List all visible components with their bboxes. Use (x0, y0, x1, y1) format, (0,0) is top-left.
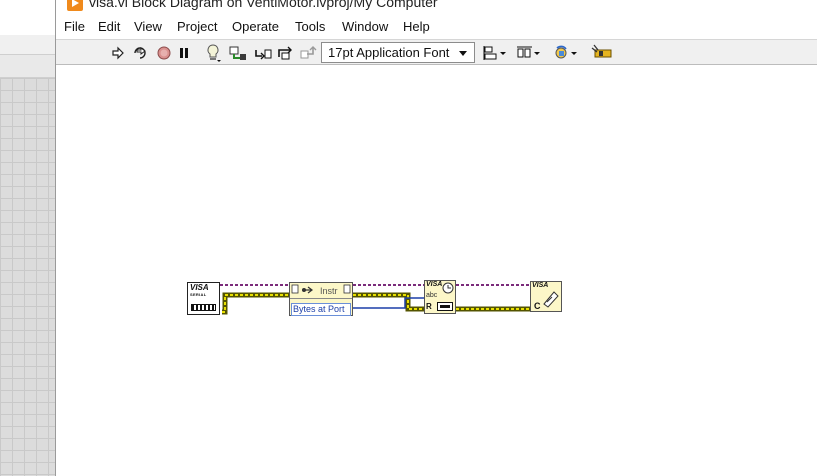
retain-wire-values-icon[interactable] (228, 43, 248, 62)
distribute-objects-icon[interactable] (516, 43, 542, 62)
align-objects-icon[interactable] (482, 43, 508, 62)
visa-close-label: VISA (532, 282, 549, 289)
visa-read-label: VISA (426, 281, 443, 288)
bytes-at-port-property[interactable]: Bytes at Port (291, 303, 351, 316)
visa-read-mode: R (426, 302, 432, 311)
visa-serial-label: SERIAL (190, 292, 207, 297)
pause-icon[interactable] (177, 43, 191, 62)
error-cluster-wire[interactable] (222, 292, 530, 315)
front-panel-menubar (0, 35, 56, 55)
serial-port-icon (437, 302, 453, 311)
run-arrow-icon[interactable] (110, 43, 126, 62)
run-continuously-icon[interactable] (131, 43, 149, 62)
front-panel-window (0, 0, 56, 476)
step-into-icon[interactable] (254, 43, 272, 62)
serial-port-icon (191, 304, 216, 311)
visa-read-function[interactable]: VISA abc R (424, 280, 456, 314)
visa-close-mode: C (534, 301, 541, 311)
chevron-down-icon (459, 51, 467, 56)
front-panel-toolbar (0, 55, 56, 78)
screen: visa.vi Block Diagram on VentiMotor.lvpr… (0, 0, 817, 476)
property-node[interactable]: Instr Bytes at Port (289, 282, 353, 316)
menu-window[interactable]: Window (342, 19, 388, 34)
menu-bar: File Edit View Project Operate Tools Win… (56, 16, 817, 39)
menu-file[interactable]: File (64, 19, 85, 34)
toolbar: 17pt Application Font (56, 39, 817, 65)
property-node-class: Instr (320, 286, 338, 296)
menu-operate[interactable]: Operate (232, 19, 279, 34)
visa-label: VISA (190, 283, 209, 292)
block-diagram-window: visa.vi Block Diagram on VentiMotor.lvpr… (55, 0, 817, 476)
labview-app-icon (67, 0, 83, 11)
menu-tools[interactable]: Tools (295, 19, 325, 34)
block-diagram-canvas[interactable]: VISA SERIAL Instr Bytes at Port VISA abc… (56, 66, 817, 476)
visa-resource-constant[interactable]: VISA SERIAL (187, 282, 220, 315)
title-bar[interactable]: visa.vi Block Diagram on VentiMotor.lvpr… (56, 0, 817, 14)
menu-view[interactable]: View (134, 19, 162, 34)
property-node-header: Instr (290, 283, 352, 299)
window-title: visa.vi Block Diagram on VentiMotor.lvpr… (89, 0, 438, 10)
abort-icon[interactable] (156, 43, 172, 62)
visa-read-abc: abc (426, 292, 438, 299)
highlight-execution-icon[interactable] (204, 43, 222, 62)
reorder-icon[interactable] (553, 43, 579, 62)
menu-project[interactable]: Project (177, 19, 217, 34)
clean-up-diagram-icon[interactable] (590, 43, 614, 62)
menu-help[interactable]: Help (403, 19, 430, 34)
clock-icon (442, 282, 454, 294)
text-settings-value: 17pt Application Font (328, 45, 450, 60)
wires (220, 284, 530, 315)
step-over-icon[interactable] (277, 43, 295, 62)
step-out-icon[interactable] (299, 43, 317, 62)
menu-edit[interactable]: Edit (98, 19, 120, 34)
visa-close-function[interactable]: VISA C (530, 281, 562, 312)
front-panel-grid[interactable] (0, 78, 56, 476)
close-session-icon (543, 291, 559, 308)
text-settings-dropdown[interactable]: 17pt Application Font (321, 42, 475, 63)
